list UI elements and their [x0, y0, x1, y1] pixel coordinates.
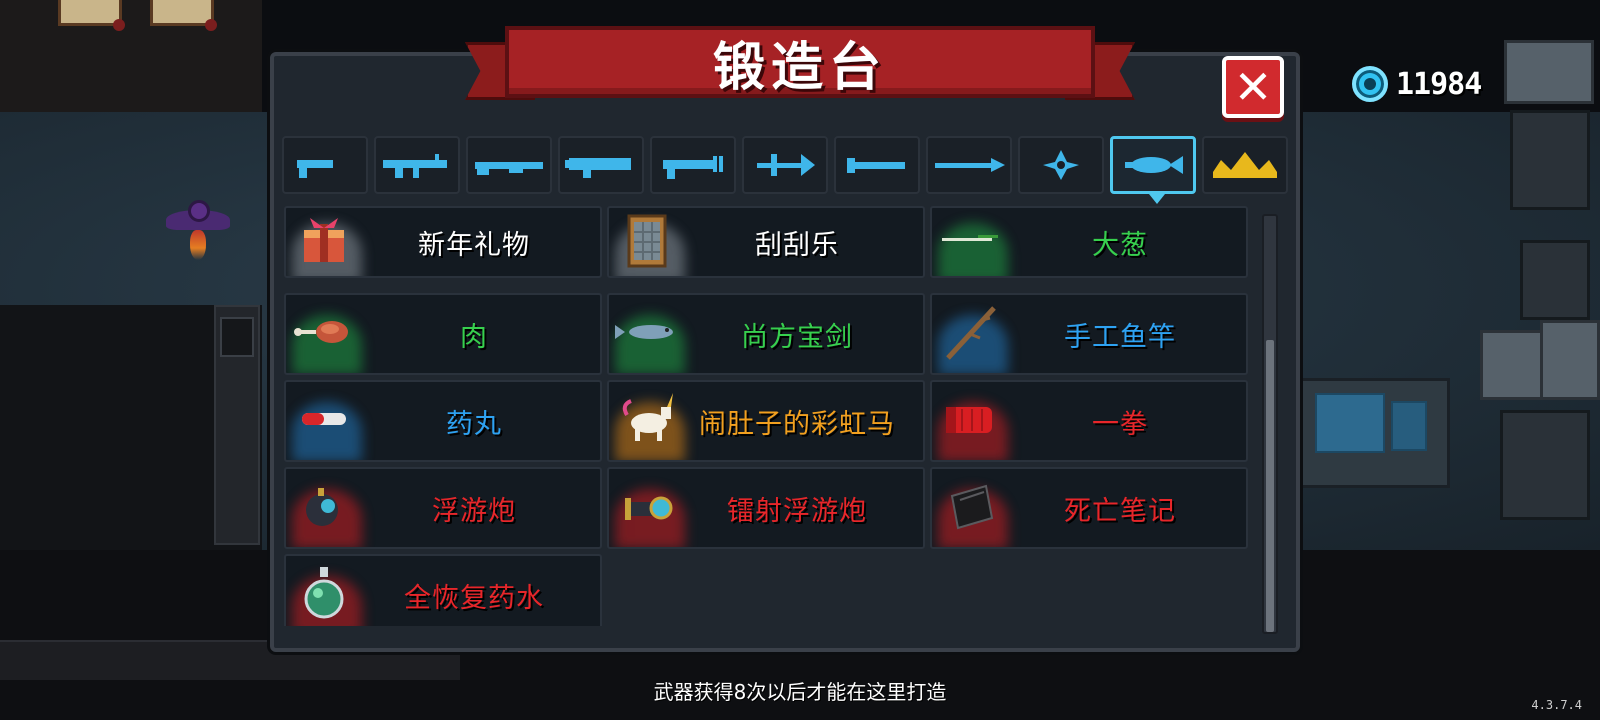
item-icon-slot	[932, 208, 1008, 276]
shotgun-icon	[469, 142, 549, 188]
tab-shuriken[interactable]	[1018, 136, 1104, 194]
death-note-icon	[938, 474, 1002, 542]
workbench	[1300, 378, 1450, 488]
forge-requirement-hint: 武器获得8次以后才能在这里打造	[653, 680, 947, 704]
forge-item-card[interactable]: 大葱	[930, 206, 1248, 278]
gem-currency: 11984	[1352, 64, 1482, 104]
item-name: 浮游炮	[432, 495, 516, 527]
tab-pistol[interactable]	[282, 136, 368, 194]
wall-painting	[58, 0, 125, 31]
item-name: 镭射浮游炮	[727, 495, 867, 527]
forge-item-card[interactable]: 肉	[284, 293, 602, 375]
panel-title: 锻造台	[712, 37, 887, 98]
item-name: 大葱	[1092, 229, 1148, 261]
meat-drumstick-icon	[292, 300, 356, 368]
tab-laser-gun[interactable]	[650, 136, 736, 194]
tab-bow[interactable]	[742, 136, 828, 194]
title-banner: 锻造台	[465, 20, 1135, 106]
weapon-category-tabs	[282, 136, 1288, 204]
leek-icon	[938, 208, 1002, 276]
item-name: 手工鱼竿	[1064, 321, 1176, 353]
sword-icon	[837, 142, 917, 188]
item-name: 药丸	[446, 408, 502, 440]
item-grid: 新年礼物 刮刮乐 大葱肉 尚方宝剑 手工鱼竿药丸 闹肚子的彩虹马 一拳浮游炮 镭射浮游炮 死亡笔…	[284, 206, 1258, 626]
spear-icon	[929, 142, 1009, 188]
gift-box-icon	[292, 208, 356, 276]
potion-flask-icon	[292, 561, 356, 626]
forge-item-list[interactable]: 新年礼物 刮刮乐 大葱肉 尚方宝剑 手工鱼竿药丸 闹肚子的彩虹马 一拳浮游炮 镭射浮游炮 死亡笔…	[284, 206, 1258, 626]
item-name: 死亡笔记	[1064, 495, 1176, 527]
item-list-scrollbar[interactable]	[1262, 214, 1278, 634]
version-label: 4.3.7.4	[1531, 698, 1582, 712]
wall-top-left	[0, 0, 262, 112]
item-icon-slot	[932, 382, 1008, 460]
pill-icon	[292, 387, 356, 455]
item-icon-slot	[609, 382, 685, 460]
launcher-icon	[561, 142, 641, 188]
item-icon-slot	[286, 556, 362, 626]
tab-sword[interactable]	[834, 136, 920, 194]
item-icon-slot	[286, 295, 362, 373]
tab-crown[interactable]	[1202, 136, 1288, 194]
fishing-rod-icon	[938, 300, 1002, 368]
scroll-thumb[interactable]	[1266, 340, 1274, 632]
tab-assault-rifle[interactable]	[374, 136, 460, 194]
fish-icon	[1113, 142, 1193, 188]
forge-item-card[interactable]: 浮游炮	[284, 467, 602, 549]
assault-rifle-icon	[377, 142, 457, 188]
forge-item-card[interactable]: 一拳	[930, 380, 1248, 462]
scratch-card-icon	[615, 208, 679, 276]
item-icon-slot	[609, 295, 685, 373]
item-icon-slot	[609, 208, 685, 276]
item-name: 全恢复药水	[404, 582, 544, 614]
item-icon-slot	[286, 208, 362, 276]
rainbow-unicorn-icon	[615, 387, 679, 455]
floating-drone-icon	[292, 474, 356, 542]
shuriken-icon	[1021, 142, 1101, 188]
blue-gem-icon	[1352, 66, 1388, 102]
tab-launcher[interactable]	[558, 136, 644, 194]
forge-item-card[interactable]: 全恢复药水	[284, 554, 602, 626]
item-name: 新年礼物	[418, 229, 530, 261]
tab-shotgun[interactable]	[466, 136, 552, 194]
fish-sword-icon	[615, 300, 679, 368]
item-icon-slot	[286, 382, 362, 460]
forge-item-card[interactable]: 新年礼物	[284, 206, 602, 278]
close-button[interactable]: ✕	[1222, 56, 1284, 118]
item-name: 肉	[460, 321, 488, 353]
tab-fish[interactable]	[1110, 136, 1196, 204]
pistol-icon	[285, 142, 365, 188]
forge-item-card[interactable]: 尚方宝剑	[607, 293, 925, 375]
item-name: 尚方宝剑	[741, 321, 853, 353]
forge-item-card[interactable]: 手工鱼竿	[930, 293, 1248, 375]
forge-item-card[interactable]: 闹肚子的彩虹马	[607, 380, 925, 462]
item-name: 闹肚子的彩虹马	[699, 408, 895, 440]
item-name: 刮刮乐	[755, 229, 839, 261]
forge-item-card[interactable]: 死亡笔记	[930, 467, 1248, 549]
crown-icon	[1205, 142, 1285, 188]
item-icon-slot	[932, 295, 1008, 373]
laser-drone-icon	[615, 474, 679, 542]
gem-count: 11984	[1396, 66, 1482, 102]
forge-item-card[interactable]: 刮刮乐	[607, 206, 925, 278]
red-fist-icon	[938, 387, 1002, 455]
close-x-icon: ✕	[1233, 60, 1273, 114]
bow-icon	[745, 142, 825, 188]
stone-pillar	[214, 305, 260, 545]
item-icon-slot	[609, 469, 685, 547]
forge-item-card[interactable]: 镭射浮游炮	[607, 467, 925, 549]
item-icon-slot	[932, 469, 1008, 547]
tab-spear[interactable]	[926, 136, 1012, 194]
laser-gun-icon	[653, 142, 733, 188]
wall-painting	[150, 0, 217, 31]
forge-item-card[interactable]: 药丸	[284, 380, 602, 462]
item-name: 一拳	[1092, 408, 1148, 440]
item-icon-slot	[286, 469, 362, 547]
wizard-npc	[166, 200, 230, 270]
machinery-stack	[1480, 0, 1600, 540]
